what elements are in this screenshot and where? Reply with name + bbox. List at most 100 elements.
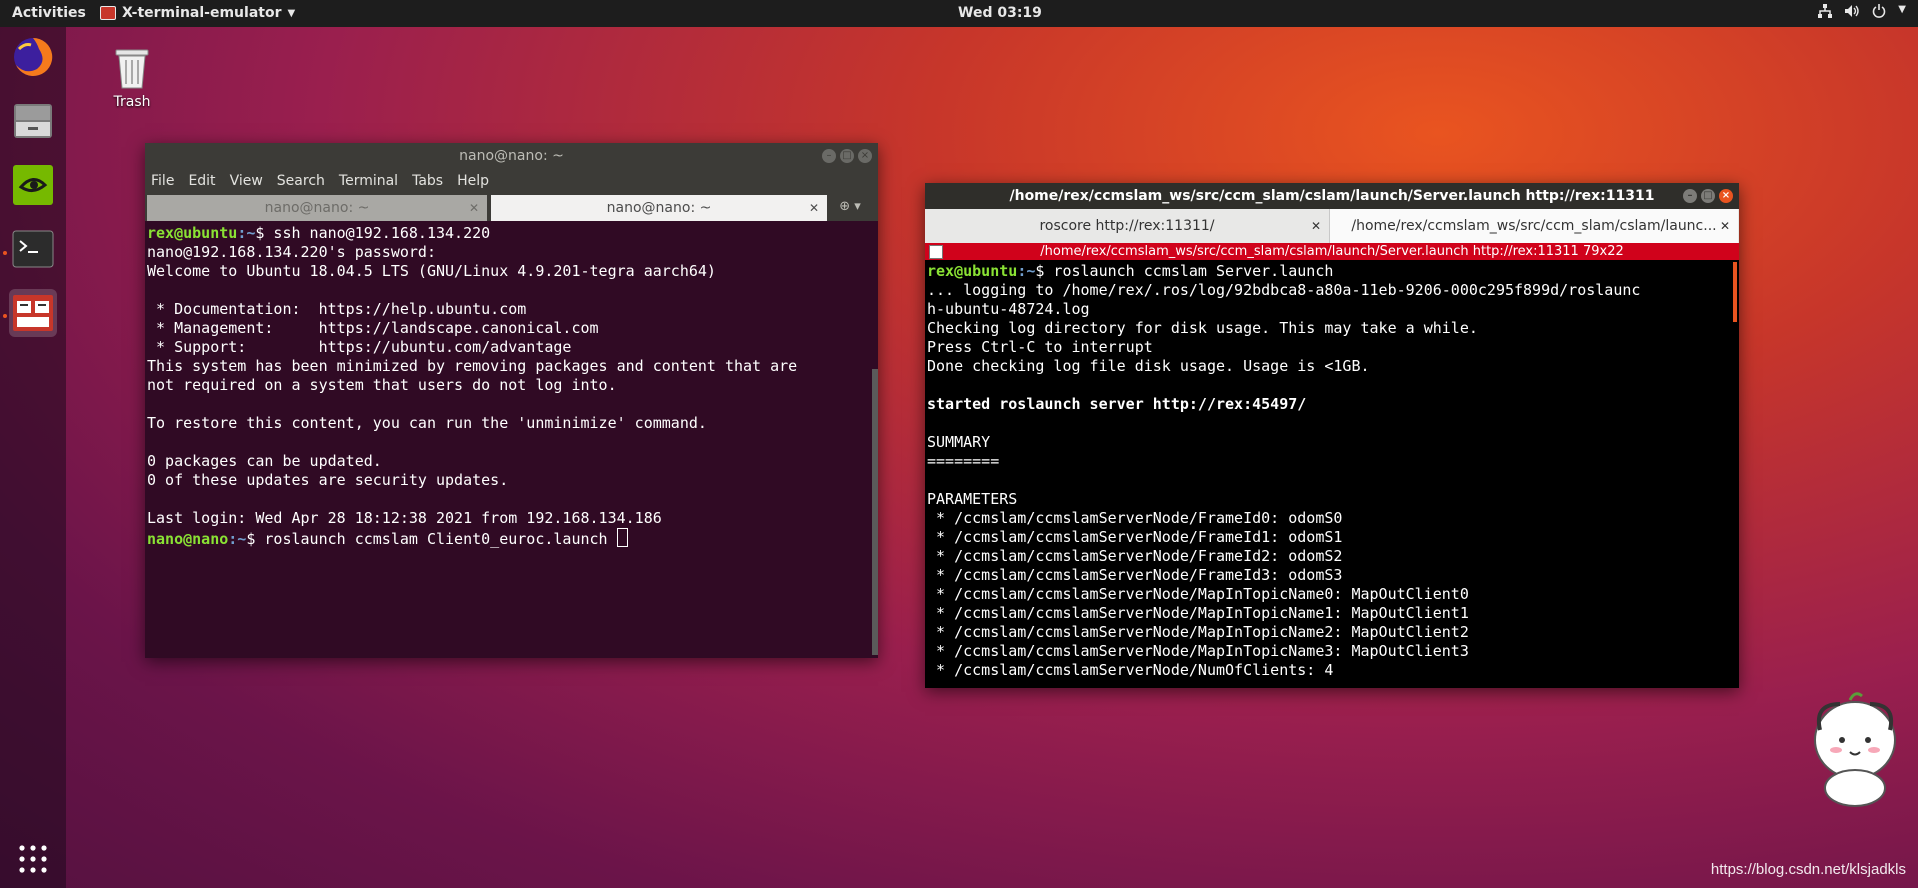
menu-help[interactable]: Help <box>457 173 489 189</box>
app-icon[interactable] <box>9 289 57 337</box>
window-titlebar[interactable]: /home/rex/ccmslam_ws/src/ccm_slam/cslam/… <box>925 183 1739 209</box>
output-line: * /ccmslam/ccmslamServerNode/MapInTopicN… <box>927 623 1469 641</box>
tab-label: nano@nano: ~ <box>606 200 712 216</box>
trash-icon <box>112 49 152 94</box>
output-line: started roslaunch server http://rex:4549… <box>927 395 1307 413</box>
terminal-output[interactable]: rex@ubuntu:~$ ssh nano@192.168.134.220 n… <box>145 221 878 552</box>
output-line: * /ccmslam/ccmslamServerNode/FrameId3: o… <box>927 566 1343 584</box>
watermark: https://blog.csdn.net/klsjadkls <box>1710 861 1906 878</box>
output-line: not required on a system that users do n… <box>147 376 617 394</box>
running-indicator <box>3 251 7 255</box>
output-line: * /ccmslam/ccmslamServerNode/MapInTopicN… <box>927 585 1469 603</box>
terminal-window-server[interactable]: /home/rex/ccmslam_ws/src/ccm_slam/cslam/… <box>925 183 1739 688</box>
tab-label: nano@nano: ~ <box>264 200 370 216</box>
maximize-button[interactable]: □ <box>840 149 854 163</box>
output-line: * /ccmslam/ccmslamServerNode/NumOfClient… <box>927 661 1334 679</box>
trash-desktop-icon[interactable]: Trash <box>108 46 156 110</box>
terminal-app-icon <box>100 6 116 20</box>
output-line: * /ccmslam/ccmslamServerNode/FrameId1: o… <box>927 528 1343 546</box>
minimize-button[interactable]: – <box>1683 189 1697 203</box>
trash-label: Trash <box>113 94 151 110</box>
activities-button[interactable]: Activities <box>12 5 86 21</box>
output-line: 0 of these updates are security updates. <box>147 471 509 489</box>
output-line: ... logging to /home/rex/.ros/log/92bdbc… <box>927 281 1641 299</box>
terminal-icon[interactable] <box>9 225 57 273</box>
prompt-path: :~ <box>1017 262 1036 280</box>
show-applications-icon[interactable] <box>9 835 57 883</box>
output-line: Checking log directory for disk usage. T… <box>927 319 1478 337</box>
session-title: /home/rex/ccmslam_ws/src/ccm_slam/cslam/… <box>1040 244 1624 259</box>
output-line: * Support: https://ubuntu.com/advantage <box>147 338 572 356</box>
terminal-output[interactable]: rex@ubuntu:~$ roslaunch ccmslam Server.l… <box>925 260 1739 682</box>
minimize-button[interactable]: – <box>822 149 836 163</box>
close-tab-icon[interactable]: ✕ <box>469 195 479 221</box>
output-line: h-ubuntu-48724.log <box>927 300 1090 318</box>
prompt-user: rex@ubuntu <box>147 224 238 242</box>
output-line: * /ccmslam/ccmslamServerNode/MapInTopicN… <box>927 604 1469 622</box>
command: $ roslaunch ccmslam Server.launch <box>1035 262 1334 280</box>
output-line: SUMMARY <box>927 433 991 451</box>
output-line: * /ccmslam/ccmslamServerNode/MapInTopicN… <box>927 642 1469 660</box>
menu-search[interactable]: Search <box>277 173 325 189</box>
dock <box>0 27 66 888</box>
output-line: * /ccmslam/ccmslamServerNode/FrameId0: o… <box>927 509 1343 527</box>
output-line: Press Ctrl-C to interrupt <box>927 338 1153 356</box>
output-line: Welcome to Ubuntu 18.04.5 LTS (GNU/Linux… <box>147 262 716 280</box>
scrollbar[interactable] <box>1733 262 1737 322</box>
menu-edit[interactable]: Edit <box>188 173 215 189</box>
menu-view[interactable]: View <box>230 173 263 189</box>
tab-2-active[interactable]: nano@nano: ~ ✕ <box>491 195 827 221</box>
prompt-path: :~ <box>237 224 256 242</box>
firefox-icon[interactable] <box>9 33 57 81</box>
app-menu-label: X-terminal-emulator <box>122 5 282 21</box>
output-line: Done checking log file disk usage. Usage… <box>927 357 1370 375</box>
running-indicator <box>3 314 7 318</box>
grid-icon <box>929 245 943 259</box>
new-tab-icon[interactable]: ⊕ ▾ <box>827 193 873 221</box>
window-title: /home/rex/ccmslam_ws/src/ccm_slam/cslam/… <box>1009 188 1655 204</box>
close-button[interactable]: × <box>858 149 872 163</box>
scrollbar[interactable] <box>872 369 878 655</box>
output-line: * /ccmslam/ccmslamServerNode/FrameId2: o… <box>927 547 1343 565</box>
tab-server-launch-active[interactable]: /home/rex/ccmslam_ws/src/ccm_slam/cslam/… <box>1330 209 1738 245</box>
terminal-window-nano[interactable]: nano@nano: ~ – □ × File Edit View Search… <box>145 143 878 658</box>
system-tray[interactable]: ▼ <box>1818 4 1906 22</box>
command: $ roslaunch ccmslam Client0_euroc.launch <box>246 530 617 548</box>
top-bar: Activities X-terminal-emulator ▼ Wed 03:… <box>0 0 1918 27</box>
menu-file[interactable]: File <box>151 173 174 189</box>
tab-1[interactable]: nano@nano: ~ ✕ <box>147 195 487 221</box>
output-line: 0 packages can be updated. <box>147 452 382 470</box>
app-menu[interactable]: X-terminal-emulator ▼ <box>100 5 295 21</box>
output-line: ======== <box>927 452 1000 470</box>
menu-tabs[interactable]: Tabs <box>412 173 443 189</box>
session-title-bar: /home/rex/ccmslam_ws/src/ccm_slam/cslam/… <box>925 243 1739 260</box>
command: $ ssh nano@192.168.134.220 <box>255 224 491 242</box>
tab-label: roscore http://rex:11311/ <box>1039 218 1215 234</box>
prompt-user: rex@ubuntu <box>927 262 1018 280</box>
prompt-path: :~ <box>228 530 247 548</box>
window-titlebar[interactable]: nano@nano: ~ – □ × <box>145 143 878 169</box>
mascot-sticker <box>1800 660 1910 810</box>
tab-bar: roscore http://rex:11311/ ✕ /home/rex/cc… <box>925 209 1739 245</box>
close-tab-icon[interactable]: ✕ <box>809 195 819 221</box>
power-icon <box>1872 4 1886 22</box>
close-tab-icon[interactable]: ✕ <box>1311 209 1321 243</box>
nvidia-icon[interactable] <box>9 161 57 209</box>
prompt-user: nano@nano <box>147 530 229 548</box>
output-line: To restore this content, you can run the… <box>147 414 707 432</box>
output-line: * Documentation: https://help.ubuntu.com <box>147 300 527 318</box>
menu-terminal[interactable]: Terminal <box>339 173 398 189</box>
output-line: This system has been minimized by removi… <box>147 357 798 375</box>
chevron-down-icon: ▼ <box>287 7 296 19</box>
close-button[interactable]: × <box>1719 189 1733 203</box>
maximize-button[interactable]: □ <box>1701 189 1715 203</box>
volume-icon <box>1844 4 1860 22</box>
files-icon[interactable] <box>9 97 57 145</box>
network-icon <box>1818 4 1833 22</box>
close-tab-icon[interactable]: ✕ <box>1720 209 1730 243</box>
output-line: nano@192.168.134.220's password: <box>147 243 436 261</box>
tab-roscore[interactable]: roscore http://rex:11311/ ✕ <box>925 209 1330 243</box>
tab-label: /home/rex/ccmslam_ws/src/ccm_slam/cslam/… <box>1351 218 1717 234</box>
clock[interactable]: Wed 03:19 <box>958 5 1042 21</box>
window-title: nano@nano: ~ <box>459 148 564 164</box>
